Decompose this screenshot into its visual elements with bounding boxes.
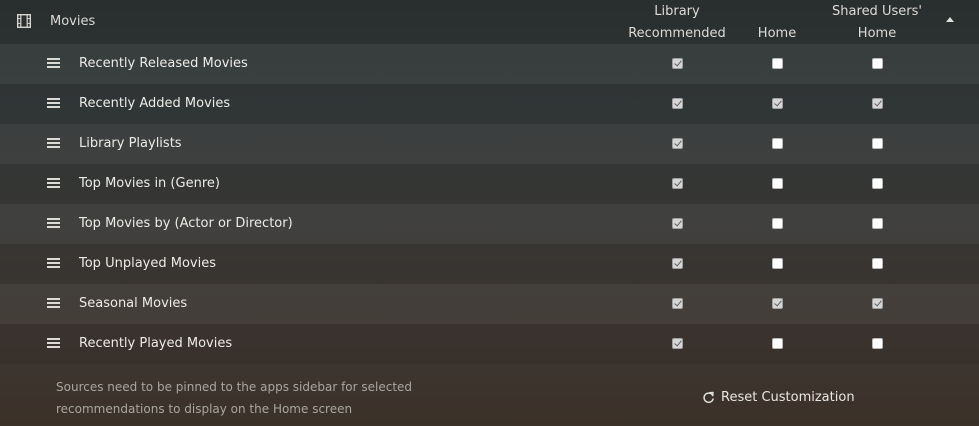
shared-users-home-checkbox[interactable]	[872, 98, 883, 109]
list-item-label: Library Playlists	[79, 136, 182, 151]
list-item: Recently Played Movies	[0, 324, 979, 364]
list-item: Top Movies in (Genre)	[0, 164, 979, 204]
drag-handle-icon[interactable]	[47, 338, 60, 348]
column-header-shared-line1: Shared Users'	[832, 4, 922, 19]
list-item: Recently Added Movies	[0, 84, 979, 124]
list-item-label: Recently Played Movies	[79, 336, 233, 351]
column-header-library-line1: Library	[654, 4, 700, 19]
list-item-label: Recently Released Movies	[79, 56, 248, 71]
library-recommended-checkbox[interactable]	[672, 298, 683, 309]
home-checkbox[interactable]	[772, 258, 783, 269]
footer-note-line2: recommendations to display on the Home s…	[56, 402, 353, 416]
footer-note: Sources need to be pinned to the apps si…	[56, 376, 476, 420]
column-header-library-recommended: Library Recommended	[618, 1, 736, 45]
shared-users-home-checkbox[interactable]	[872, 298, 883, 309]
drag-handle-icon[interactable]	[47, 178, 60, 188]
library-recommended-checkbox[interactable]	[672, 338, 683, 349]
home-checkbox[interactable]	[772, 178, 783, 189]
section-title: Movies	[50, 14, 96, 29]
list-item: Top Movies by (Actor or Director)	[0, 204, 979, 244]
shared-users-home-checkbox[interactable]	[872, 258, 883, 269]
drag-handle-icon[interactable]	[47, 58, 60, 68]
list-item: Recently Released Movies	[0, 44, 979, 84]
drag-handle-icon[interactable]	[47, 98, 60, 108]
film-icon	[17, 14, 31, 28]
library-recommended-checkbox[interactable]	[672, 98, 683, 109]
drag-handle-icon[interactable]	[47, 258, 60, 268]
library-recommended-checkbox[interactable]	[672, 258, 683, 269]
drag-handle-icon[interactable]	[47, 218, 60, 228]
library-recommended-checkbox[interactable]	[672, 138, 683, 149]
column-header-shared-line2: Home	[857, 26, 897, 41]
list-item-label: Top Movies in (Genre)	[79, 176, 220, 191]
column-header-home: Home	[757, 26, 797, 41]
shared-users-home-checkbox[interactable]	[872, 58, 883, 69]
column-header-library-line2: Recommended	[628, 26, 726, 41]
list-item: Top Unplayed Movies	[0, 244, 979, 284]
shared-users-home-checkbox[interactable]	[872, 138, 883, 149]
list-item: Seasonal Movies	[0, 284, 979, 324]
home-checkbox[interactable]	[772, 98, 783, 109]
shared-users-home-checkbox[interactable]	[872, 178, 883, 189]
reset-customization-label: Reset Customization	[721, 389, 855, 405]
list-item-label: Top Movies by (Actor or Director)	[79, 216, 293, 231]
drag-handle-icon[interactable]	[47, 298, 60, 308]
reset-customization-button[interactable]: Reset Customization	[702, 388, 855, 406]
library-recommended-checkbox[interactable]	[672, 58, 683, 69]
sort-up-triangle-icon[interactable]	[946, 17, 954, 22]
home-checkbox[interactable]	[772, 58, 783, 69]
list-item: Library Playlists	[0, 124, 979, 164]
library-recommended-checkbox[interactable]	[672, 218, 683, 229]
drag-handle-icon[interactable]	[47, 138, 60, 148]
shared-users-home-checkbox[interactable]	[872, 338, 883, 349]
home-checkbox[interactable]	[772, 298, 783, 309]
home-checkbox[interactable]	[772, 338, 783, 349]
home-checkbox[interactable]	[772, 138, 783, 149]
home-checkbox[interactable]	[772, 218, 783, 229]
list-item-label: Seasonal Movies	[79, 296, 188, 311]
table-header: Movies Library Recommended Home Shared U…	[0, 0, 979, 44]
shared-users-home-checkbox[interactable]	[872, 218, 883, 229]
list-item-label: Top Unplayed Movies	[79, 256, 216, 271]
footer-note-line1: Sources need to be pinned to the apps si…	[56, 380, 413, 394]
library-recommended-checkbox[interactable]	[672, 178, 683, 189]
column-header-shared-users-home: Shared Users' Home	[818, 1, 936, 45]
reset-icon	[703, 391, 714, 403]
list-item-label: Recently Added Movies	[79, 96, 231, 111]
